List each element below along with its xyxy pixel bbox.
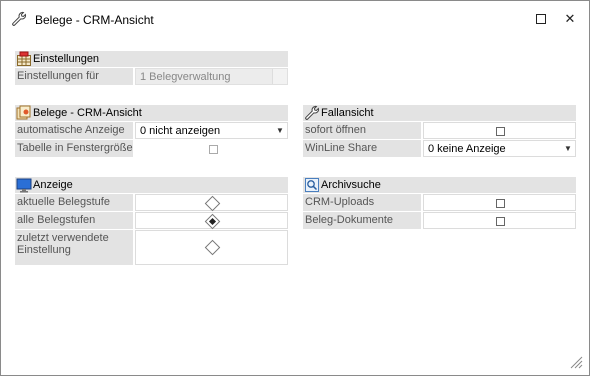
row-alle-belegstufen: alle Belegstufen [15, 212, 288, 230]
crm-uploads-checkbox[interactable] [496, 199, 505, 208]
row-aktuelle-belegstufe: aktuelle Belegstufe [15, 194, 288, 212]
section-title: Anzeige [33, 179, 73, 191]
section-header-archivsuche: Archivsuche [303, 177, 576, 193]
row-crm-uploads: CRM-Uploads [303, 194, 576, 211]
aktuelle-belegstufe-cell [135, 194, 288, 212]
field-value: 0 nicht anzeigen [140, 125, 221, 137]
field-label: zuletzt verwendete Einstellung [15, 230, 133, 265]
field-label: Einstellungen für [15, 68, 133, 85]
section-title: Belege - CRM-Ansicht [33, 107, 142, 119]
field-label: CRM-Uploads [303, 194, 421, 211]
zuletzt-verwendete-einstellung-cell [135, 230, 288, 265]
beleg-dokumente-checkbox[interactable] [496, 217, 505, 226]
title-bar: Belege - CRM-Ansicht ✕ [1, 1, 589, 35]
settings-grid-icon [17, 51, 31, 66]
aktuelle-belegstufe-radio[interactable] [204, 195, 221, 212]
field-label: sofort öffnen [303, 122, 421, 139]
dialog-window: Belege - CRM-Ansicht ✕ Einstellungen Ein… [0, 0, 590, 376]
tabelle-in-fenstergroesse-checkbox[interactable] [209, 145, 218, 154]
monitor-icon [16, 178, 32, 193]
section-title: Archivsuche [321, 179, 381, 191]
zuletzt-verwendete-einstellung-radio[interactable] [204, 239, 221, 256]
field-label: aktuelle Belegstufe [15, 194, 133, 211]
row-zuletzt-verwendete-einstellung: zuletzt verwendete Einstellung [15, 230, 288, 265]
automatische-anzeige-select[interactable]: 0 nicht anzeigen ▼ [135, 122, 288, 139]
sofort-oeffnen-cell [423, 122, 576, 139]
beleg-dokumente-cell [423, 212, 576, 229]
window-title: Belege - CRM-Ansicht [35, 13, 154, 27]
row-automatische-anzeige: automatische Anzeige 0 nicht anzeigen ▼ [15, 122, 288, 139]
section-header-belege: Belege - CRM-Ansicht [15, 105, 288, 121]
einstellungen-fuer-select[interactable]: 1 Belegverwaltung [135, 68, 288, 85]
maximize-button[interactable] [527, 8, 555, 30]
maximize-icon [536, 14, 546, 24]
field-value: 0 keine Anzeige [428, 143, 506, 155]
row-einstellungen-fuer: Einstellungen für 1 Belegverwaltung [15, 68, 288, 85]
alle-belegstufen-radio[interactable] [204, 213, 221, 230]
archive-search-icon [305, 178, 319, 192]
alle-belegstufen-cell [135, 212, 288, 230]
crm-uploads-cell [423, 194, 576, 211]
field-value: 1 Belegverwaltung [140, 71, 231, 83]
row-tabelle-in-fenstergroesse: Tabelle in Fenstergröße [15, 140, 288, 157]
section-header-fallansicht: Fallansicht [303, 105, 576, 121]
chevron-down-icon[interactable]: ▼ [561, 141, 575, 156]
dropdown-button[interactable] [272, 69, 287, 84]
wrench-icon [305, 105, 320, 120]
documents-icon [16, 105, 31, 120]
radio-selected-dot [208, 217, 217, 226]
section-header-anzeige: Anzeige [15, 177, 288, 193]
sofort-oeffnen-checkbox[interactable] [496, 127, 505, 136]
row-sofort-oeffnen: sofort öffnen [303, 122, 576, 139]
field-label: Tabelle in Fenstergröße [15, 140, 133, 157]
tabelle-in-fenstergroesse-cell [135, 140, 288, 157]
resize-grip-icon[interactable] [569, 355, 583, 369]
close-icon: ✕ [564, 11, 576, 26]
row-beleg-dokumente: Beleg-Dokumente [303, 212, 576, 229]
section-title: Einstellungen [33, 53, 100, 65]
row-winline-share: WinLine Share 0 keine Anzeige ▼ [303, 140, 576, 157]
winline-share-select[interactable]: 0 keine Anzeige ▼ [423, 140, 576, 157]
field-label: WinLine Share [303, 140, 421, 157]
section-title: Fallansicht [321, 107, 374, 119]
close-button[interactable]: ✕ [556, 8, 584, 30]
section-header-einstellungen: Einstellungen [15, 51, 288, 67]
field-label: alle Belegstufen [15, 212, 133, 229]
wrench-icon [12, 11, 27, 26]
field-label: automatische Anzeige [15, 122, 133, 139]
field-label: Beleg-Dokumente [303, 212, 421, 229]
chevron-down-icon[interactable]: ▼ [273, 123, 287, 138]
